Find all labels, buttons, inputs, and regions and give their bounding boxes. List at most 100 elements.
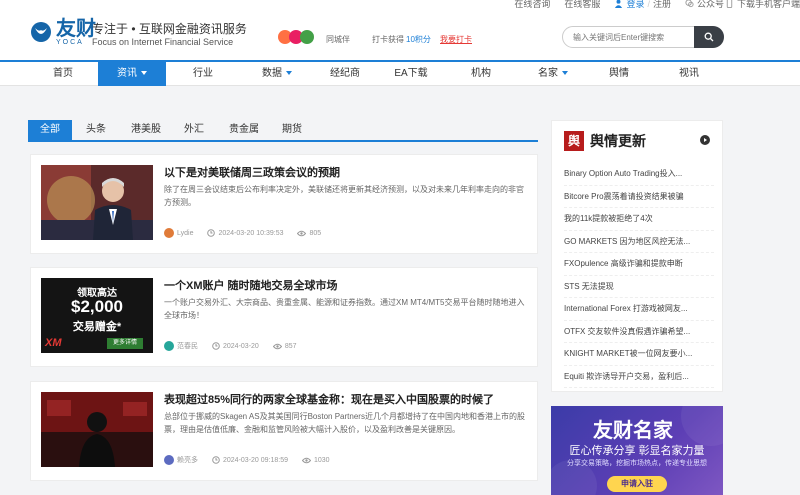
list-item[interactable]: KNIGHT MARKET被一位网友要小... [564,343,714,366]
tab-precious-metals[interactable]: 贵金属 [222,120,266,140]
eye-icon [297,230,307,236]
list-item[interactable]: Binary Option Auto Trading投入... [564,163,714,186]
list-item[interactable]: GO MARKETS 因为地区风控无法... [564,231,714,253]
search-input[interactable] [563,27,693,47]
article-title[interactable]: 一个XM账户 随时随地交易全球市场 [164,277,338,293]
wechat-icon [685,0,694,8]
article-time: 2024-03-20 09:18:59 [212,456,288,464]
top-utility-bar: 在线咨询 在线客服 登录 / 注册 公众号 下载手机客户端 [0,0,800,10]
article-title[interactable]: 表现超过85%同行的两家全球基金称：现在是买入中国股票的时候了 [164,391,494,407]
article-views: 805 [297,230,321,237]
list-item[interactable]: OTFX 交友软件没真假遇诈骗希望... [564,321,714,343]
sentiment-list: Binary Option Auto Trading投入... Bitcore … [564,163,714,388]
tab-all[interactable]: 全部 [28,120,72,140]
view-count: 1030 [314,456,330,464]
logo-text-en: YOCA [56,39,84,46]
play-more-icon[interactable] [700,135,710,145]
fed-speaker-image [41,165,153,240]
stock-market-image [41,392,153,467]
view-count: 805 [309,229,322,237]
avatar [164,341,174,351]
article-thumbnail[interactable]: 领取高达 $2,000 交易赠金* XM 更多详情 [41,278,153,353]
login-link[interactable]: 登录 [626,0,644,10]
online-service-link[interactable]: 在线客服 [564,0,600,10]
avatar [164,228,174,238]
tab-futures[interactable]: 期货 [272,120,312,140]
ad-more-button[interactable]: 更多详情 [107,338,143,349]
logo-text-cn: 友财 [56,16,96,40]
divider: / [647,0,650,9]
site-tagline: 专注于 • 互联网金融资讯服务 Focus on Internet Financ… [92,22,247,48]
nav-item-data[interactable]: 数据 [244,62,310,86]
apply-join-button[interactable]: 申请入驻 [607,476,667,492]
article-title[interactable]: 以下是对美联储周三政策会议的预期 [164,164,340,180]
list-item[interactable]: Bitcore Pro震荡着请投资结果被骗 [564,186,714,208]
view-count: 857 [284,342,297,350]
checkin-label: 同城伴 [326,35,350,44]
list-item[interactable]: 我的11k提款被拒绝了4次 [564,208,714,231]
nav-item-news[interactable]: 资讯 [98,62,166,86]
article-card[interactable]: 表现超过85%同行的两家全球基金称：现在是买入中国股票的时候了 总部位于挪威的S… [30,381,538,481]
online-consult-link[interactable]: 在线咨询 [514,0,550,10]
nav-item-ea-download[interactable]: EA下载 [378,62,444,86]
promo-subtitle: 匠心传承分享 彰显名家力量 [569,445,705,457]
download-app-label: 下载手机客户端 [736,0,800,9]
article-meta: 范春民 2024-03-20 857 [164,341,297,351]
nav-item-video[interactable]: 视讯 [656,62,722,86]
article-views: 1030 [302,457,330,464]
author-name: 范春民 [177,343,198,350]
list-item[interactable]: FXOpulence 高级诈骗和提款申断 [564,253,714,276]
article-thumbnail[interactable] [41,392,153,467]
article-author[interactable]: Lydie [164,228,193,238]
avatar [164,455,174,465]
promo-description: 分享交易策略，挖掘市场热点，传递专业思想 [567,460,707,467]
list-item[interactable]: International Forex 打游戏被网友... [564,298,714,321]
nav-item-home[interactable]: 首页 [30,62,96,86]
tab-headlines[interactable]: 头条 [76,120,116,140]
article-author[interactable]: 范春民 [164,341,198,351]
nav-item-experts[interactable]: 名家 [520,62,586,86]
article-meta: 赖亮多 2024-03-20 09:18:59 1030 [164,455,330,465]
search-icon [704,32,714,42]
author-name: 赖亮多 [177,457,198,464]
author-name: Lydie [177,229,194,237]
nav-item-brokers[interactable]: 经纪商 [312,62,378,86]
list-item[interactable]: Equiti 欺诈诱导开户交易，盈利后... [564,366,714,388]
eye-icon [302,457,311,463]
nav-item-industry[interactable]: 行业 [170,62,236,86]
points-value: 10积分 [406,35,431,44]
chevron-down-icon [562,71,568,76]
search-box [562,26,724,48]
article-card[interactable]: 以下是对美联储周三政策会议的预期 除了在周三会议结束后公布利率决定外，美联储还将… [30,154,538,254]
points-label: 打卡获得 [372,35,404,44]
article-views: 857 [272,342,297,350]
publish-time: 2024-03-20 10:39:53 [218,229,284,237]
article-author[interactable]: 赖亮多 [164,455,198,465]
tagline-en: Focus on Internet Financial Service [92,37,234,47]
nav-item-sentiment[interactable]: 舆情 [586,62,652,86]
chevron-down-icon [286,71,292,76]
xm-logo: XM [45,337,62,349]
clock-icon [207,229,216,237]
download-app-link[interactable]: 下载手机客户端 [725,0,800,10]
article-card[interactable]: 领取高达 $2,000 交易赠金* XM 更多详情 一个XM账户 随时随地交易全… [30,267,538,367]
nav-item-institutions[interactable]: 机构 [448,62,514,86]
site-header: 友财 YOCA 专注于 • 互联网金融资讯服务 Focus on Interne… [0,10,800,60]
wechat-link[interactable]: 公众号 [685,0,724,10]
search-button[interactable] [694,26,724,48]
user-links: 登录 / 注册 [614,0,671,10]
checkin-link[interactable]: 我要打卡 [440,34,472,45]
list-item[interactable]: STS 无法提现 [564,276,714,298]
tab-forex[interactable]: 外汇 [174,120,214,140]
chevron-down-icon [141,71,147,76]
category-tabs: 全部 头条 港美股 外汇 贵金属 期货 [28,120,538,142]
tab-hk-us-stocks[interactable]: 港美股 [122,120,170,140]
sidebar-title: 舆情更新 [590,133,646,149]
experts-promo-banner[interactable]: 友财名家 匠心传承分享 彰显名家力量 分享交易策略，挖掘市场热点，传递专业思想 … [551,406,723,495]
site-logo[interactable]: 友财 YOCA [30,18,96,46]
sentiment-icon: 舆 [564,131,584,151]
checkin-badge-icon[interactable] [278,30,314,44]
register-link[interactable]: 注册 [653,0,671,10]
sentiment-sidebar: 舆 舆情更新 Binary Option Auto Trading投入... B… [551,120,723,392]
article-thumbnail[interactable] [41,165,153,240]
